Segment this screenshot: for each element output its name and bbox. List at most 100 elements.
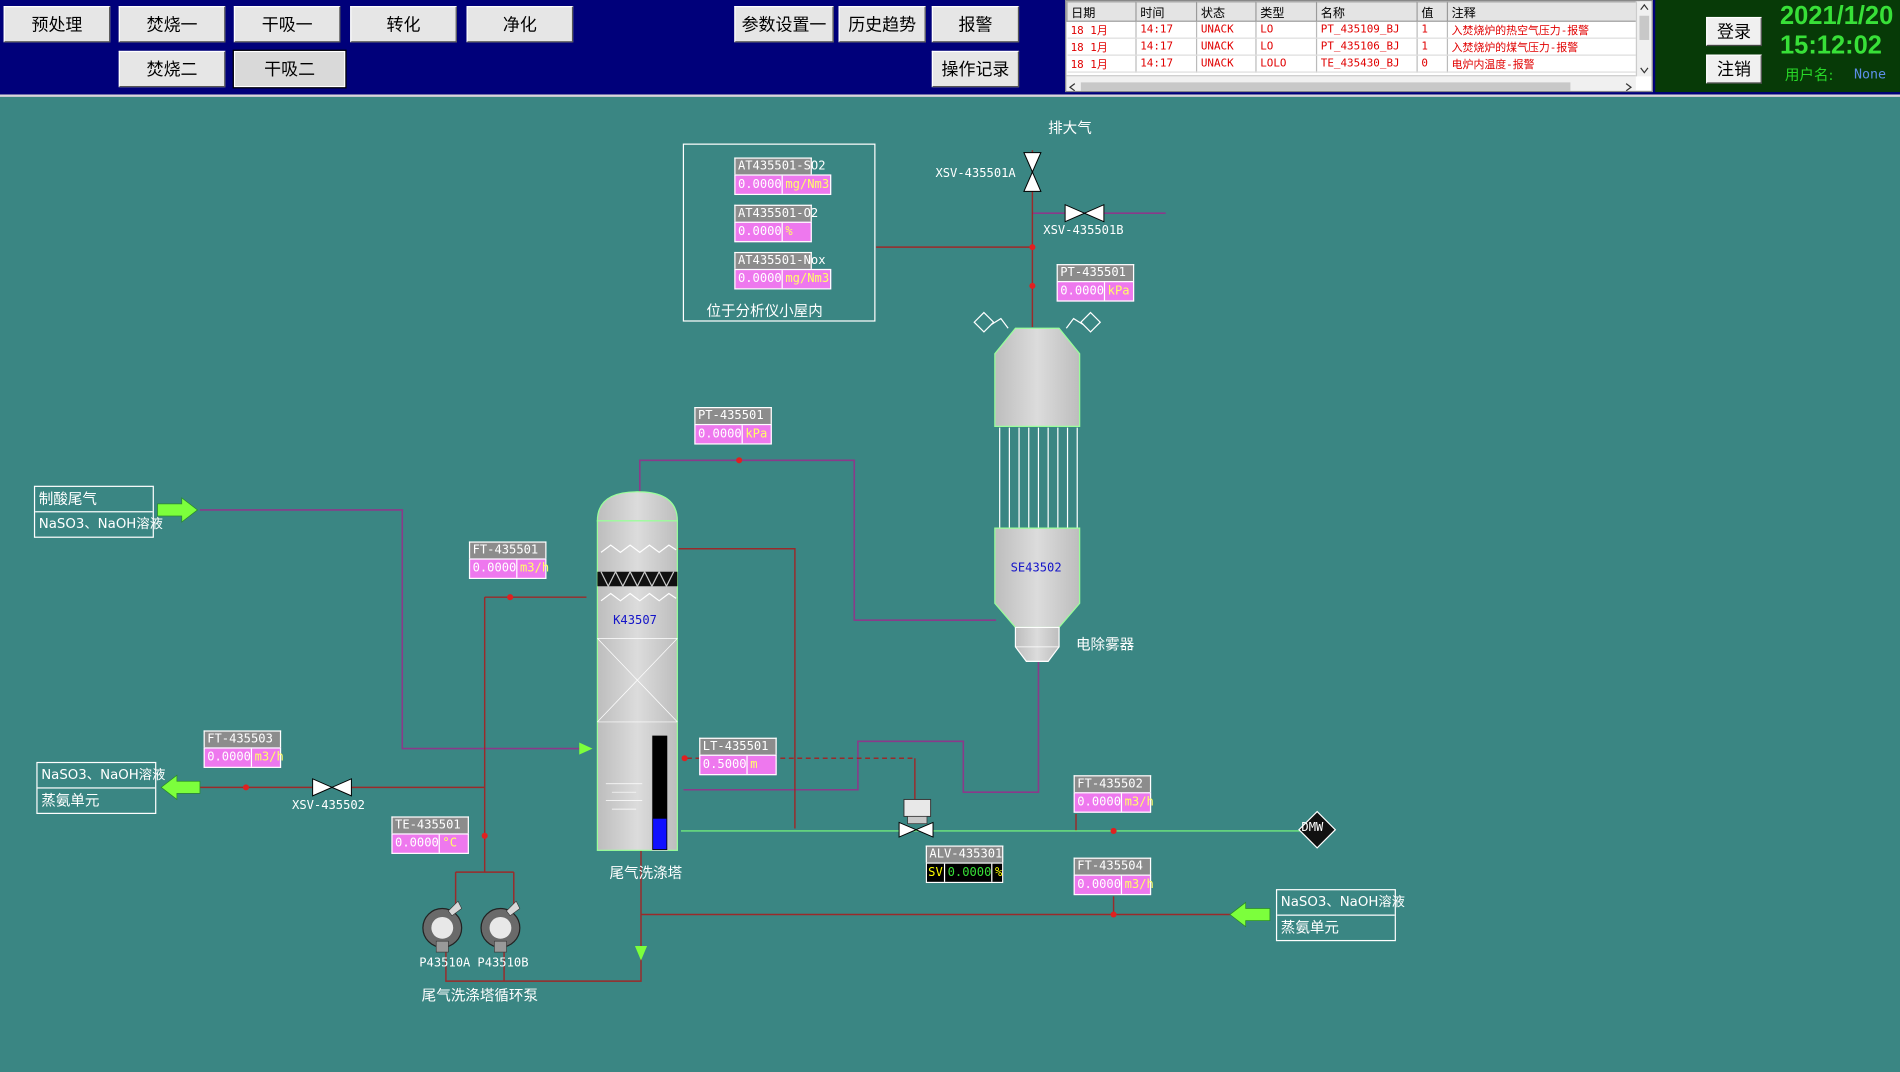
valve-xsv-435501a-icon[interactable] bbox=[1023, 152, 1042, 192]
valve-xsv-435501b-icon[interactable] bbox=[1064, 203, 1105, 223]
col-header-state[interactable]: 状态 bbox=[1195, 1, 1257, 22]
tag-unit: mg/Nm3 bbox=[785, 272, 830, 286]
ft-435501-tag[interactable]: FT-435501 0.0000 m3/h bbox=[468, 541, 549, 580]
col-header-time[interactable]: 时间 bbox=[1135, 1, 1198, 22]
tag-value: 0.0000 bbox=[696, 425, 743, 444]
alv-value-row[interactable]: SV 0.0000 % bbox=[925, 862, 1004, 884]
analyzer-o2-tag[interactable]: AT435501-O2 0.0000% bbox=[734, 204, 845, 243]
alarm-cell: 14:17 bbox=[1135, 55, 1198, 73]
scrubber-tower[interactable] bbox=[596, 491, 678, 851]
operation-log-button[interactable]: 操作记录 bbox=[931, 50, 1020, 88]
tag-name: FT-435504 bbox=[1073, 857, 1152, 875]
pump-a-label: P43510A bbox=[419, 956, 471, 971]
alarm-row[interactable]: 18 1月 14:17 UNACK LO PT_435109_BJ 1 入焚烧炉… bbox=[1066, 21, 1640, 39]
ft-435504-tag[interactable]: FT-435504 0.0000 m3/h bbox=[1073, 857, 1154, 896]
pt-435501-top-tag[interactable]: PT-435501 0.0000 kPa bbox=[1056, 264, 1135, 302]
stream-line-2: 蒸氨单元 bbox=[1277, 914, 1395, 940]
col-header-type[interactable]: 类型 bbox=[1255, 1, 1318, 22]
ft-435503-tag[interactable]: FT-435503 0.0000 m3/h bbox=[203, 730, 284, 768]
stream-line-1: 制酸尾气 bbox=[38, 490, 97, 508]
nav-dry-absorb-2-button[interactable]: 干吸二 bbox=[232, 49, 347, 89]
tag-value: 0.0000 bbox=[736, 222, 783, 242]
nav-dry-absorb-1-button[interactable]: 干吸一 bbox=[233, 6, 341, 43]
alv-435301-tag[interactable]: ALV-435301 SV 0.0000 % bbox=[925, 845, 1004, 884]
alarm-cell: 18 1月 bbox=[1066, 38, 1137, 56]
nav-conversion-button[interactable]: 转化 bbox=[350, 6, 457, 43]
analyzer-nox-tag[interactable]: AT435501-Nox 0.0000 mg/Nm3 bbox=[734, 251, 845, 290]
nav-purification-button[interactable]: 净化 bbox=[466, 6, 574, 43]
stream-line-2: 蒸氨单元 bbox=[37, 787, 156, 812]
xsv-435501b-label: XSV-435501B bbox=[1043, 224, 1124, 238]
tag-value: 0.0000 bbox=[1075, 793, 1123, 812]
tag-unit: kPa bbox=[745, 427, 768, 441]
alarm-list-panel[interactable]: 日期 时间 状态 类型 名称 值 注释 18 1月 14:17 UNACK LO… bbox=[1065, 0, 1653, 93]
alarm-cell: 电炉内温度-报警 bbox=[1447, 55, 1640, 73]
tower-inlet-arrow-icon bbox=[579, 742, 593, 755]
ft-435502-tag[interactable]: FT-435502 0.0000 m3/h bbox=[1073, 775, 1154, 813]
tag-unit: % bbox=[785, 225, 793, 239]
alarm-cell: UNACK bbox=[1196, 21, 1257, 39]
analyzer-house-caption: 位于分析仪小屋内 bbox=[706, 302, 823, 320]
col-header-name[interactable]: 名称 bbox=[1315, 1, 1418, 22]
analyzer-so2-tag[interactable]: AT435501-SO2 0.0000 mg/Nm3 bbox=[734, 157, 845, 196]
alarm-cell: LO bbox=[1255, 21, 1318, 39]
pump-return-arrow-icon bbox=[634, 946, 648, 961]
alarm-row[interactable]: 18 1月 14:17 UNACK LO PT_435106_BJ 1 入焚烧炉… bbox=[1066, 38, 1640, 56]
tag-value: 0.5000 bbox=[700, 755, 748, 775]
tag-unit: m3/h bbox=[1124, 878, 1154, 892]
outlet-arrow-icon bbox=[160, 774, 201, 801]
tag-name: TE-435501 bbox=[391, 816, 469, 834]
alv-sv-label: SV bbox=[927, 863, 946, 882]
tower-level-fill bbox=[653, 818, 667, 850]
tag-name: PT-435501 bbox=[694, 406, 772, 424]
nav-burn-1-button[interactable]: 焚烧一 bbox=[118, 6, 226, 43]
current-time: 15:12:02 bbox=[1780, 31, 1882, 60]
valve-xsv-435502-icon[interactable] bbox=[312, 778, 352, 797]
nav-pretreatment-button[interactable]: 预处理 bbox=[3, 6, 111, 43]
history-trend-button[interactable]: 历史趋势 bbox=[838, 6, 926, 43]
pump-p43510b-icon[interactable] bbox=[480, 900, 521, 953]
alarm-horizontal-scrollbar[interactable] bbox=[1066, 75, 1636, 91]
lt-435501-tag[interactable]: LT-435501 0.5000 m bbox=[699, 737, 777, 776]
logout-button[interactable]: 注销 bbox=[1706, 54, 1762, 84]
tag-value: 0.0000 bbox=[736, 175, 783, 194]
pumps-name-label: 尾气洗涤塔循环泵 bbox=[421, 987, 539, 1005]
tag-unit: m bbox=[750, 758, 758, 772]
alarm-cell: TE_435430_BJ bbox=[1316, 55, 1418, 73]
te-435501-tag[interactable]: TE-435501 0.0000 °C bbox=[391, 816, 469, 854]
stream-line-1: NaSO3、NaOH溶液 bbox=[41, 766, 166, 783]
alarm-cell: LOLO bbox=[1255, 55, 1318, 73]
alarm-cell: UNACK bbox=[1196, 38, 1257, 56]
tower-name-label: 尾气洗涤塔 bbox=[609, 864, 683, 882]
col-header-comment[interactable]: 注释 bbox=[1446, 1, 1640, 22]
alarm-row[interactable]: 18 1月 14:17 UNACK LOLO TE_435430_BJ 0 电炉… bbox=[1066, 55, 1640, 73]
outlet-stream-box[interactable]: NaSO3、NaOH溶液 蒸氨单元 bbox=[36, 761, 166, 814]
vent-label: 排大气 bbox=[1048, 119, 1092, 137]
tag-value: 0.0000 bbox=[1058, 282, 1106, 301]
tag-value: 0.0000 bbox=[1075, 875, 1123, 894]
tower-tag-label: K43507 bbox=[613, 614, 657, 628]
tag-name: FT-435502 bbox=[1073, 775, 1152, 793]
tag-unit: kPa bbox=[1107, 284, 1130, 298]
alarm-button[interactable]: 报警 bbox=[931, 6, 1020, 43]
col-header-value[interactable]: 值 bbox=[1416, 1, 1449, 22]
alarm-vertical-scrollbar[interactable] bbox=[1635, 1, 1652, 77]
electrostatic-precipitator[interactable] bbox=[973, 311, 1102, 662]
process-diagram bbox=[157, 143, 1337, 982]
username-value: None bbox=[1853, 66, 1887, 83]
nav-burn-2-button[interactable]: 焚烧二 bbox=[118, 50, 226, 88]
alarm-cell: 0 bbox=[1417, 55, 1449, 73]
tag-name: AT435501-O2 bbox=[734, 204, 818, 222]
xsv-435501a-label: XSV-435501A bbox=[935, 167, 1016, 181]
inlet-gas-stream-box[interactable]: 制酸尾气 NaSO3、NaOH溶液 bbox=[33, 485, 163, 538]
pump-p43510a-icon[interactable] bbox=[422, 900, 463, 953]
col-header-date[interactable]: 日期 bbox=[1066, 1, 1137, 22]
right-inlet-stream-box[interactable]: NaSO3、NaOH溶液 蒸氨单元 bbox=[1275, 889, 1405, 942]
alarm-cell: LO bbox=[1255, 38, 1318, 56]
tag-value: 0.0000 bbox=[736, 270, 783, 289]
tag-name: FT-435501 bbox=[468, 541, 547, 559]
pt-435501-mid-tag[interactable]: PT-435501 0.0000 kPa bbox=[694, 406, 772, 445]
parameter-settings-button[interactable]: 参数设置一 bbox=[734, 6, 834, 43]
tag-unit: mg/Nm3 bbox=[785, 178, 830, 192]
login-button[interactable]: 登录 bbox=[1706, 16, 1762, 47]
